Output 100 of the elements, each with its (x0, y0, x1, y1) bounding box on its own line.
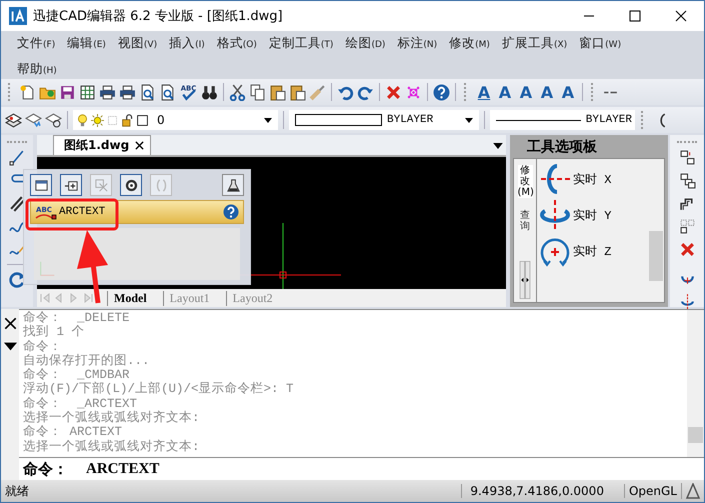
print-preview-icon[interactable] (159, 84, 176, 100)
binoculars-icon[interactable] (201, 84, 218, 100)
menu-item[interactable]: 定制工具(T) (262, 31, 340, 57)
layers-icon[interactable] (5, 112, 22, 128)
command-history-line: 找到 1 个 (23, 325, 86, 340)
window-title: 迅捷CAD编辑器 6.2 专业版 - [图纸1.dwg] (33, 8, 284, 25)
insert-block-button[interactable] (60, 174, 82, 196)
linetype-dropdown[interactable]: BYLAYER (289, 110, 479, 130)
palette-tool-label: 实时 Y (573, 208, 612, 224)
menu-item[interactable]: 帮助(H) (11, 57, 63, 83)
menu-item[interactable]: 窗口(W) (573, 31, 628, 57)
paste-icon[interactable] (289, 84, 306, 100)
table-icon[interactable] (79, 84, 96, 100)
history-scrollbar[interactable] (687, 310, 704, 457)
command-value: ARCTEXT (86, 460, 160, 478)
command-prompt: 命令： (23, 460, 68, 478)
menu-item[interactable]: 修改(M) (443, 31, 496, 57)
caret-icon[interactable] (4, 340, 16, 353)
orbit-axis-icon[interactable] (678, 293, 696, 310)
rotate-icon[interactable] (8, 271, 26, 288)
print-icon[interactable] (119, 84, 136, 100)
window-icon (34, 178, 48, 192)
menu-item[interactable]: 文件(F) (11, 31, 62, 57)
menu-item[interactable]: 编辑(E) (61, 31, 112, 57)
close-icon[interactable] (4, 317, 16, 330)
palette-tool[interactable]: 实时 X (539, 163, 646, 195)
color-swatch-icon (136, 114, 149, 126)
layer-name: 0 (157, 113, 166, 127)
delete-icon[interactable] (385, 84, 402, 100)
menu-item[interactable]: 绘图(D) (339, 31, 392, 57)
command-history-line: 命令： (23, 340, 63, 354)
text-style-tool[interactable]: A (496, 82, 514, 102)
app-logo-icon (9, 7, 27, 25)
command-history-line: 命令： _ARCTEXT (23, 396, 138, 411)
text-style-tool[interactable]: A (517, 82, 535, 102)
array-icon[interactable] (678, 218, 696, 235)
text-style-tool[interactable]: A (559, 82, 577, 102)
palette-tool-label: 实时 X (573, 172, 612, 188)
command-history-line: 选择一个弧线或弧线对齐文本: (23, 411, 201, 426)
text-style-tool[interactable]: A (538, 82, 556, 102)
window-button[interactable] (30, 174, 52, 196)
layer-search-icon[interactable] (45, 112, 62, 128)
tab-list-caret-icon[interactable] (493, 143, 503, 149)
menu-item[interactable]: 扩展工具(X) (496, 31, 574, 57)
layout-tab[interactable]: Model (107, 290, 153, 306)
dashed-cross-icon[interactable] (405, 84, 422, 100)
line-icon[interactable] (8, 149, 26, 166)
menu-item[interactable]: 格式(O) (210, 31, 263, 57)
layer-dropdown[interactable]: 0 (73, 110, 278, 130)
flask-icon (226, 178, 240, 192)
sun-icon (91, 114, 104, 126)
new-file-icon[interactable] (19, 84, 36, 100)
caret-icon (465, 118, 473, 122)
document-tab[interactable]: 图纸1.dwg (53, 135, 152, 155)
copy-object-icon[interactable] (678, 149, 696, 166)
splitter-handle-icon[interactable] (518, 261, 532, 299)
delete-icon[interactable] (678, 241, 696, 258)
light-bulb-icon (76, 114, 89, 126)
menu-item[interactable]: 插入(I) (163, 31, 211, 57)
dotted-square-icon (106, 114, 119, 126)
padlock-icon (121, 114, 134, 126)
help-icon[interactable] (223, 204, 239, 220)
palette-tool-label: 实时 Z (573, 244, 612, 260)
multiple-copy-icon[interactable] (678, 172, 696, 189)
menu-item[interactable]: 视图(V) (112, 31, 164, 57)
cut-icon[interactable] (229, 84, 246, 100)
palette-side-tab[interactable]: 查询 (518, 210, 532, 232)
flask-button[interactable] (222, 174, 244, 196)
print-icon[interactable] (99, 84, 116, 100)
status-text: 就绪 (4, 482, 30, 500)
close-tab-icon[interactable] (135, 141, 144, 150)
coordinates-readout: 9.4938,7.4186,0.0000 (461, 484, 624, 498)
lineweight-value: BYLAYER (586, 114, 632, 126)
settings-button[interactable] (120, 174, 142, 196)
caret-icon (264, 118, 272, 122)
layer-state-icon[interactable] (25, 112, 42, 128)
vertical-orbit-icon (539, 163, 571, 195)
cut-icon (94, 178, 108, 192)
copy-icon[interactable] (249, 84, 266, 100)
palette-tool[interactable]: 实时 Y (539, 199, 646, 231)
help-icon[interactable] (433, 84, 450, 100)
command-history-line: 命令： _CMDBAR (23, 368, 131, 382)
renderer-label: OpenGL (624, 484, 681, 498)
save-icon[interactable] (59, 84, 76, 100)
print-preview-icon[interactable] (139, 84, 156, 100)
lineweight-dropdown[interactable]: BYLAYER (490, 110, 635, 130)
command-name: ARCTEXT (59, 206, 106, 218)
settings-icon (124, 178, 138, 192)
paste-icon[interactable] (269, 84, 286, 100)
text-style-tool[interactable]: A (475, 82, 493, 102)
palette-tool[interactable]: 实时 Z (539, 235, 646, 267)
palette-title: 工具选项板 (526, 138, 598, 157)
command-history-line: 命令： _DELETE (23, 311, 131, 325)
ucs-axis-icon (38, 260, 56, 278)
palette-side-tab[interactable]: 修改(M) (518, 165, 532, 198)
command-history-line: 自动保存打开的图... (23, 354, 151, 368)
command-input-field[interactable]: 命令： ARCTEXT (19, 457, 704, 480)
command-history-line: 选择一个弧线或弧线对齐文本: (23, 440, 201, 454)
double-line-icon[interactable] (8, 195, 26, 212)
menu-item[interactable]: 标注(N) (391, 31, 444, 57)
